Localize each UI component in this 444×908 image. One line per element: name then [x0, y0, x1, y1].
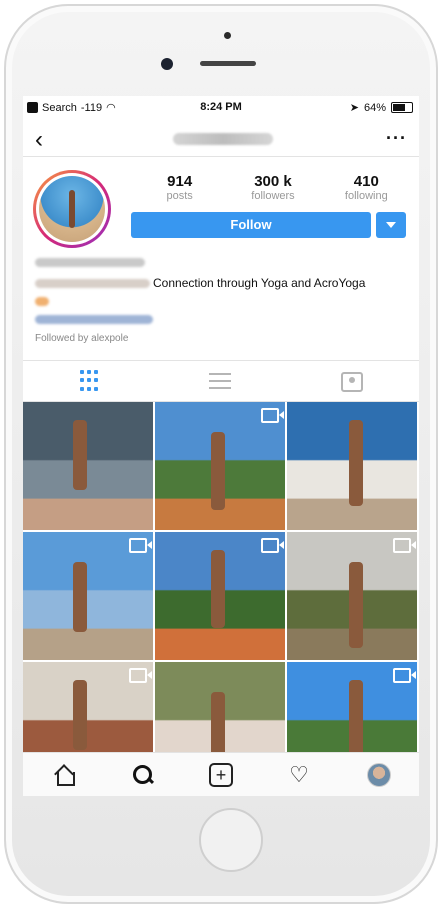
photo-tile[interactable]: [287, 402, 417, 530]
followers-count: 300 k: [254, 173, 292, 190]
bottom-nav: + ♡: [23, 752, 419, 796]
list-view-icon[interactable]: [209, 370, 231, 392]
bio-text: Connection through Yoga and AcroYoga: [153, 276, 366, 290]
followers-label: followers: [251, 190, 295, 202]
photo-subject: [211, 432, 225, 510]
photo-subject: [349, 562, 363, 648]
status-bar: Search -119 ◠ 8:24 PM ➤ 64%: [23, 96, 419, 118]
profile-name-blurred: [35, 258, 145, 267]
follow-button[interactable]: Follow: [131, 212, 371, 238]
video-camera-icon: [393, 538, 416, 553]
tagged-photos-icon[interactable]: [341, 372, 363, 392]
avatar-image: [39, 176, 105, 242]
photo-tile[interactable]: [287, 532, 417, 660]
bio-line-blurred: [35, 279, 150, 288]
stat-following[interactable]: 410 following: [320, 174, 413, 204]
photo-tile[interactable]: [155, 532, 285, 660]
photo-tile[interactable]: [23, 532, 153, 660]
video-camera-icon: [129, 668, 152, 683]
earpiece-speaker: [200, 61, 256, 66]
username-blurred: [173, 133, 273, 145]
photo-subject: [73, 420, 87, 490]
photo-subject: [349, 420, 363, 506]
posts-count: 914: [167, 173, 193, 190]
video-camera-icon: [129, 538, 152, 553]
profile-tabs: [23, 360, 419, 402]
photo-tile[interactable]: [155, 402, 285, 530]
add-icon[interactable]: +: [209, 763, 233, 787]
followed-by-text[interactable]: Followed by alexpole: [35, 333, 128, 344]
location-icon: ➤: [349, 102, 359, 114]
video-camera-icon: [261, 538, 284, 553]
website-link-blurred[interactable]: [35, 315, 153, 324]
suggested-dropdown-button[interactable]: [376, 212, 406, 238]
search-icon[interactable]: [131, 763, 155, 787]
photo-subject: [73, 562, 87, 632]
battery-percent: 64%: [363, 101, 386, 114]
posts-label: posts: [166, 190, 193, 202]
stat-posts[interactable]: 914 posts: [133, 174, 226, 204]
front-camera: [161, 58, 173, 70]
battery-icon: [391, 102, 413, 113]
home-icon[interactable]: [53, 763, 77, 787]
profile-icon[interactable]: [367, 763, 391, 787]
back-arrow-icon[interactable]: ‹: [35, 126, 43, 154]
following-label: following: [344, 190, 388, 202]
profile-stats: 914 posts 300 k followers 410 following: [133, 174, 413, 204]
photo-tile[interactable]: [23, 402, 153, 530]
grid-view-icon[interactable]: [80, 370, 102, 392]
profile-header: ‹ ···: [23, 124, 419, 157]
stat-followers[interactable]: 300 k followers: [226, 174, 319, 204]
video-camera-icon: [393, 668, 416, 683]
photo-grid: [23, 402, 419, 790]
heart-icon[interactable]: ♡: [287, 763, 311, 787]
profile-avatar[interactable]: [33, 170, 111, 248]
proximity-sensor: [224, 32, 231, 39]
bio-emoji-blurred: [35, 297, 49, 306]
photo-subject: [211, 550, 225, 628]
following-count: 410: [353, 173, 379, 190]
app-screen: Search -119 ◠ 8:24 PM ➤ 64% ‹ ··· 914 po…: [23, 96, 419, 796]
photo-subject: [73, 680, 87, 750]
more-options-icon[interactable]: ···: [386, 128, 407, 149]
home-button[interactable]: [199, 808, 263, 872]
video-camera-icon: [261, 408, 284, 423]
